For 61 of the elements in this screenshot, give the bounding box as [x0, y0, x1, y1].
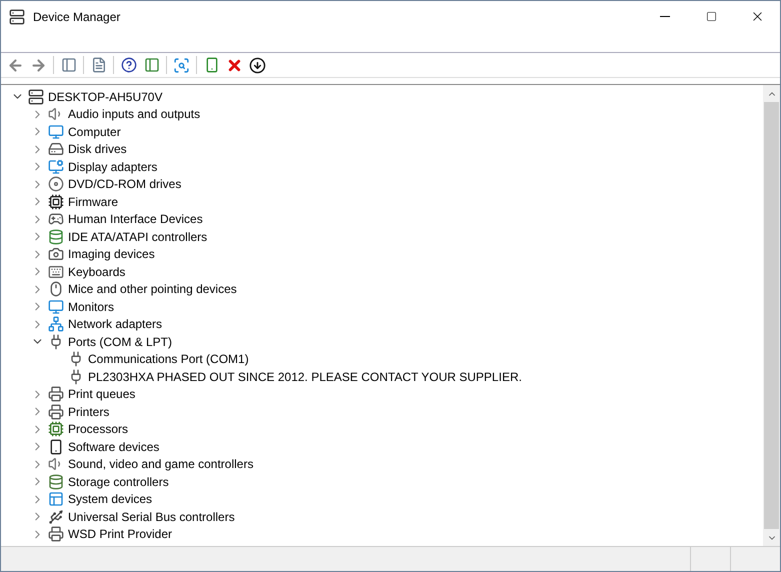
network-icon: [48, 316, 64, 332]
keyboard-icon: [48, 264, 64, 280]
printer-icon: [48, 526, 64, 542]
tree-item[interactable]: Software devices: [68, 438, 160, 456]
delete-icon: [226, 56, 243, 74]
document-icon: [90, 57, 106, 73]
back-icon: [7, 56, 24, 74]
input-device-icon: [48, 211, 64, 228]
tree-item[interactable]: Processors: [68, 420, 128, 438]
computer-icon: [28, 88, 44, 105]
panel-icon: [144, 57, 160, 73]
monitor-icon: [48, 124, 64, 140]
tree-item[interactable]: Monitors: [68, 298, 114, 316]
tree-item[interactable]: Audio inputs and outputs: [68, 105, 200, 124]
device-icon: [204, 57, 220, 73]
tree-item[interactable]: Imaging devices: [68, 245, 155, 264]
controller-icon: [48, 228, 64, 245]
tree-item[interactable]: Universal Serial Bus controllers: [68, 508, 235, 526]
tree-item[interactable]: Storage controllers: [68, 472, 169, 491]
scrollbar[interactable]: [763, 85, 780, 546]
tree-item[interactable]: IDE ATA/ATAPI controllers: [68, 228, 208, 246]
tree-item[interactable]: Network adapters: [68, 315, 162, 334]
forward-icon: [30, 56, 47, 74]
tree-item[interactable]: Human Interface Devices: [68, 210, 203, 228]
mouse-icon: [48, 281, 64, 298]
tree-item[interactable]: Communications Port (COM1): [88, 350, 249, 368]
tree-item[interactable]: WSD Print Provider: [68, 525, 172, 544]
tree-item[interactable]: Mice and other pointing devices: [68, 280, 237, 298]
tree-item[interactable]: System devices: [68, 490, 152, 508]
minimize-icon: [660, 16, 670, 17]
printer-icon: [48, 386, 64, 402]
app-icon: [9, 8, 25, 24]
tree-item[interactable]: PL2303HXA PHASED OUT SINCE 2012. PLEASE CONTACT YOUR SUPPLIER.: [88, 368, 522, 386]
tree-item[interactable]: Computer: [68, 122, 121, 141]
panel-icon: [60, 57, 76, 73]
device-icon: [48, 438, 64, 455]
chip-icon: [48, 194, 64, 210]
display-adapter-icon: [48, 158, 64, 175]
printer-icon: [48, 404, 64, 420]
help-icon: [120, 57, 136, 73]
camera-icon: [48, 246, 64, 262]
tree-item[interactable]: Printers: [68, 402, 110, 421]
system-icon: [48, 491, 64, 508]
usb-icon: [48, 508, 64, 525]
monitor-icon: [48, 298, 64, 315]
tree-item[interactable]: Print queues: [68, 385, 136, 404]
tree-item[interactable]: Ports (COM & LPT): [68, 332, 172, 351]
tree-item[interactable]: Sound, video and game controllers: [68, 455, 254, 474]
tree-item[interactable]: DVD/CD-ROM drives: [68, 175, 182, 194]
processor-icon: [48, 421, 64, 438]
maximize-icon: [706, 11, 716, 22]
tree-item[interactable]: DESKTOP-AH5U70V: [48, 88, 162, 106]
tree-item[interactable]: Display adapters: [68, 158, 158, 176]
tree-item[interactable]: Disk drives: [68, 140, 127, 158]
window-title: Device Manager: [33, 8, 120, 26]
storage-icon: [48, 474, 64, 490]
tree-item[interactable]: Firmware: [68, 192, 118, 211]
disk-drive-icon: [48, 141, 64, 158]
monitor-search-icon: [173, 56, 190, 74]
tree-item[interactable]: Keyboards: [68, 262, 126, 281]
disc-icon: [48, 176, 64, 192]
